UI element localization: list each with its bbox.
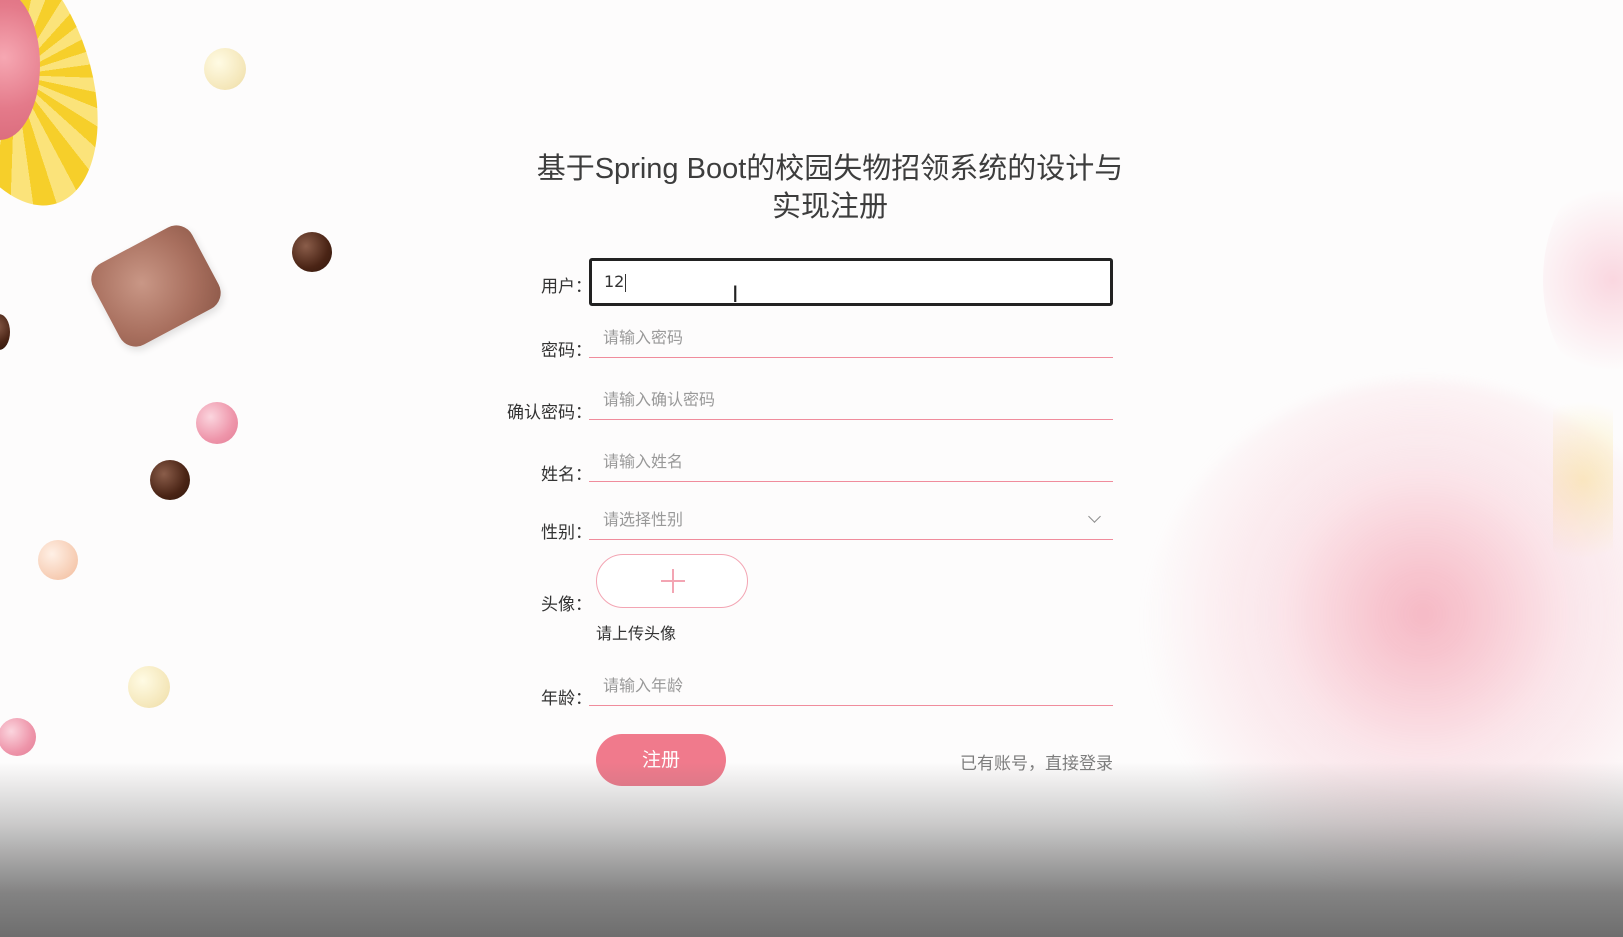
avatar-upload-button[interactable] (596, 554, 748, 608)
avatar-label: 头像： (541, 595, 592, 615)
username-label: 用户： (541, 277, 592, 297)
candy-decoration (196, 402, 238, 444)
gender-select[interactable]: 请选择性别 (589, 502, 1113, 540)
username-value: 12 (604, 272, 625, 291)
text-caret (625, 273, 627, 292)
gender-label: 性别： (541, 523, 592, 543)
candy-decoration (0, 718, 36, 756)
candy-decoration (204, 48, 246, 90)
chevron-down-icon (1088, 510, 1101, 523)
register-form: 基于Spring Boot的校园失物招领系统的设计与实现注册 用户： 12 I … (470, 150, 1130, 786)
bottom-shadow-overlay (0, 762, 1623, 937)
plus-icon (672, 569, 674, 593)
candy-decoration (38, 540, 78, 580)
confirm-password-input[interactable]: 请输入确认密码 (589, 380, 1113, 420)
confirm-password-label: 确认密码： (507, 403, 592, 423)
password-label: 密码： (541, 341, 592, 361)
name-input[interactable]: 请输入姓名 (589, 442, 1113, 482)
candy-decoration (292, 232, 332, 272)
avatar-upload-hint: 请上传头像 (596, 624, 677, 643)
candy-decoration (128, 666, 170, 708)
candy-decoration (0, 314, 10, 350)
username-input[interactable]: 12 I (589, 258, 1113, 308)
password-input[interactable]: 请输入密码 (589, 318, 1113, 358)
name-label: 姓名： (541, 465, 592, 485)
age-input[interactable]: 请输入年龄 (589, 666, 1113, 706)
gender-placeholder: 请选择性别 (603, 510, 684, 529)
text-cursor-icon: I (732, 283, 739, 308)
blurred-cake-decoration (1543, 170, 1623, 390)
page-title: 基于Spring Boot的校园失物招领系统的设计与实现注册 (536, 153, 1124, 223)
age-label: 年龄： (541, 689, 592, 709)
chocolate-bar-decoration (84, 219, 228, 353)
candy-decoration (150, 460, 190, 500)
